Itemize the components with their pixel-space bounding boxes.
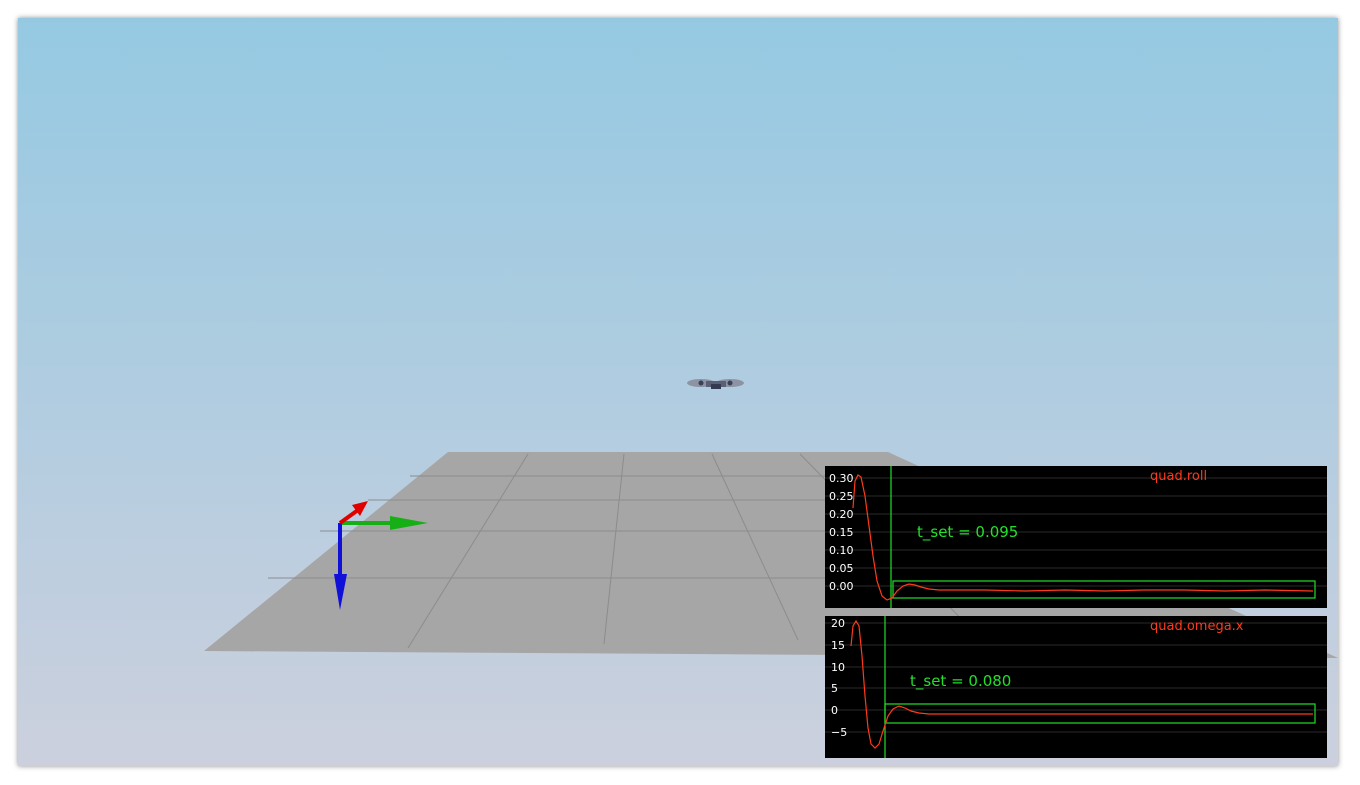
plot-title: quad.omega.x (1150, 619, 1244, 634)
y-tick: 0.05 (829, 562, 854, 575)
y-tick: 0.20 (829, 508, 854, 521)
settle-time-label: t_set = 0.080 (910, 672, 1011, 691)
y-tick: 0.00 (829, 580, 854, 593)
y-tick: 0.25 (829, 490, 854, 503)
y-tick: 15 (831, 639, 845, 652)
y-tick: 0.10 (829, 544, 854, 557)
y-tick: −5 (831, 726, 847, 739)
simulator-window[interactable]: 0.30 0.25 0.20 0.15 0.10 0.05 0.00 quad.… (18, 18, 1338, 766)
y-tick: 0.15 (829, 526, 854, 539)
y-tick: 0 (831, 704, 838, 717)
y-tick: 5 (831, 682, 838, 695)
y-tick: 0.30 (829, 472, 854, 485)
settle-time-label: t_set = 0.095 (917, 523, 1018, 542)
y-tick: 10 (831, 661, 845, 674)
roll-plot[interactable]: 0.30 0.25 0.20 0.15 0.10 0.05 0.00 quad.… (825, 466, 1327, 608)
y-tick: 20 (831, 617, 845, 630)
plot-title: quad.roll (1150, 469, 1207, 484)
omega-x-plot[interactable]: 20 15 10 5 0 −5 quad.omega.x t_set = 0.0… (825, 616, 1327, 758)
